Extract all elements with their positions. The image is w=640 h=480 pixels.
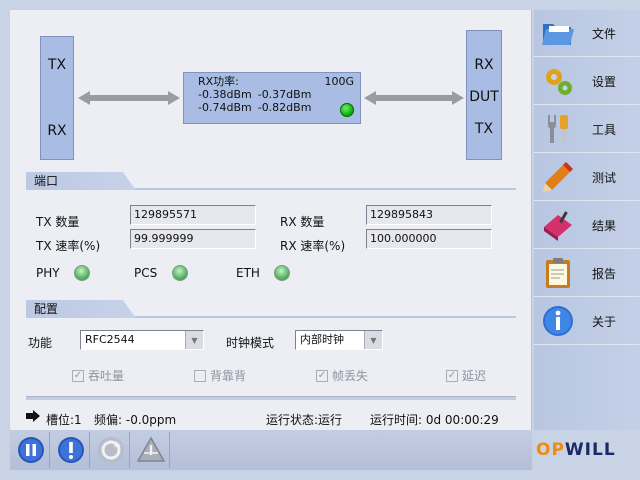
rx-power-value: -0.38dBm: [198, 88, 252, 101]
phy-status-led: [74, 265, 90, 281]
rx-count-label: RX 数量: [280, 215, 325, 229]
checkbox-box[interactable]: [194, 369, 206, 382]
pause-icon: [17, 437, 44, 463]
rx-power-label: RX功率:: [198, 75, 239, 88]
chevron-down-icon[interactable]: ▼: [364, 331, 382, 349]
rx-power-value: -0.37dBm: [257, 88, 312, 101]
tx-count-field: 129895571: [130, 205, 256, 225]
sidebar-item-label: 测试: [592, 170, 617, 185]
frame-loss-checkbox[interactable]: ✓ 帧丢失: [316, 367, 368, 384]
dut-tx-label: TX: [474, 121, 494, 137]
latency-checkbox[interactable]: ✓ 延迟: [446, 367, 486, 384]
sidebar-item-results[interactable]: 结果: [534, 202, 640, 249]
left-link-arrow: [78, 91, 180, 105]
eth-status-led: [274, 265, 290, 281]
sidebar-item-label: 结果: [592, 218, 617, 233]
pause-button[interactable]: [12, 432, 50, 468]
throughput-checkbox[interactable]: ✓ 吞吐量: [72, 367, 124, 384]
tools-icon: [548, 115, 568, 143]
clock-mode-select[interactable]: 内部时钟 ▼: [295, 330, 383, 350]
slot-status: 槽位:1: [46, 413, 82, 427]
checkbox-box[interactable]: ✓: [316, 369, 328, 382]
tx-count-label: TX 数量: [36, 215, 80, 229]
sidebar-item-about[interactable]: 关于: [534, 298, 640, 345]
port-section-header: 端口: [26, 172, 516, 190]
sidebar-item-label: 文件: [592, 26, 617, 41]
status-divider: [26, 396, 516, 400]
function-value: RFC2544: [85, 333, 135, 346]
dut-box: RX DUT TX: [466, 30, 502, 160]
run-time-status: 运行时间: 0d 00:00:29: [370, 413, 499, 427]
rate-label: 100G: [324, 75, 354, 88]
bottom-toolbar: [10, 430, 532, 470]
rx-rate-label: RX 速率(%): [280, 239, 346, 253]
gears-icon: [546, 69, 572, 95]
alert-button[interactable]: [52, 432, 90, 468]
sidebar-item-label: 工具: [592, 122, 617, 137]
phy-label: PHY: [36, 266, 60, 280]
sidebar-item-settings[interactable]: 设置: [534, 58, 640, 105]
pcs-label: PCS: [134, 266, 158, 280]
sidebar-item-label: 设置: [592, 74, 617, 89]
sidebar-item-test[interactable]: 测试: [534, 154, 640, 201]
refresh-button[interactable]: [92, 432, 130, 468]
latency-label: 延迟: [462, 369, 487, 383]
sidebar-item-label: 报告: [592, 266, 617, 281]
rx-count-field: 129895843: [366, 205, 492, 225]
sidebar-item-report[interactable]: 报告: [534, 250, 640, 297]
pencil-icon: [543, 162, 573, 192]
config-section-header: 配置: [26, 300, 516, 318]
frame-loss-label: 帧丢失: [332, 369, 369, 383]
rx-power-panel: RX功率: 100G -0.38dBm -0.37dBm -0.74dBm -0…: [183, 72, 361, 124]
tester-rx-label: RX: [47, 123, 67, 139]
info-icon: [543, 306, 573, 336]
rx-power-value: -0.82dBm: [257, 101, 312, 114]
checkbox-box[interactable]: ✓: [446, 369, 458, 382]
arrow-right-icon: [26, 410, 40, 422]
link-status-led: [340, 103, 354, 117]
refresh-icon: [97, 437, 124, 463]
rx-rate-field: 100.000000: [366, 229, 492, 249]
logo-will: WILL: [564, 440, 616, 460]
main-panel: TX RX RX功率: 100G -0.38dBm -0.37dBm -0.74…: [10, 10, 532, 430]
tx-rate-field: 99.999999: [130, 229, 256, 249]
config-section-title: 配置: [26, 300, 136, 318]
port-section-title: 端口: [26, 172, 136, 190]
function-select[interactable]: RFC2544 ▼: [80, 330, 204, 350]
opwill-logo: OPWILL: [536, 440, 636, 468]
eraser-icon: [544, 211, 572, 241]
eth-label: ETH: [236, 266, 260, 280]
freq-offset-status: 频偏: -0.0ppm: [94, 413, 177, 427]
clock-mode-label: 时钟模式: [226, 336, 275, 350]
sidebar-item-file[interactable]: 文件: [534, 10, 640, 57]
function-label: 功能: [28, 336, 53, 350]
clipboard-icon: [546, 258, 570, 288]
right-link-arrow: [364, 91, 464, 105]
dut-label: DUT: [469, 89, 499, 105]
rx-power-value: -0.74dBm: [198, 101, 252, 114]
sidebar: 文件 设置 工具 测试 结果 报告 关于: [534, 10, 640, 430]
throughput-label: 吞吐量: [88, 369, 125, 383]
chevron-down-icon[interactable]: ▼: [185, 331, 203, 349]
checkbox-box[interactable]: ✓: [72, 369, 84, 382]
pcs-status-led: [172, 265, 188, 281]
tx-rate-label: TX 速率(%): [36, 239, 101, 253]
folder-icon: [542, 24, 574, 45]
logo-op: OP: [536, 440, 565, 460]
warning-icon: [136, 436, 165, 462]
back-to-back-label: 背靠背: [210, 369, 247, 383]
dut-rx-label: RX: [474, 57, 494, 73]
back-to-back-checkbox[interactable]: 背靠背: [194, 367, 246, 384]
exclamation-icon: [57, 437, 84, 463]
sidebar-item-label: 关于: [592, 314, 617, 329]
warning-button[interactable]: [132, 432, 170, 468]
sidebar-item-tools[interactable]: 工具: [534, 106, 640, 153]
clock-mode-value: 内部时钟: [300, 333, 344, 346]
tester-tx-label: TX: [47, 57, 67, 73]
run-state-status: 运行状态:运行: [266, 413, 343, 427]
tester-box: TX RX: [40, 36, 74, 160]
